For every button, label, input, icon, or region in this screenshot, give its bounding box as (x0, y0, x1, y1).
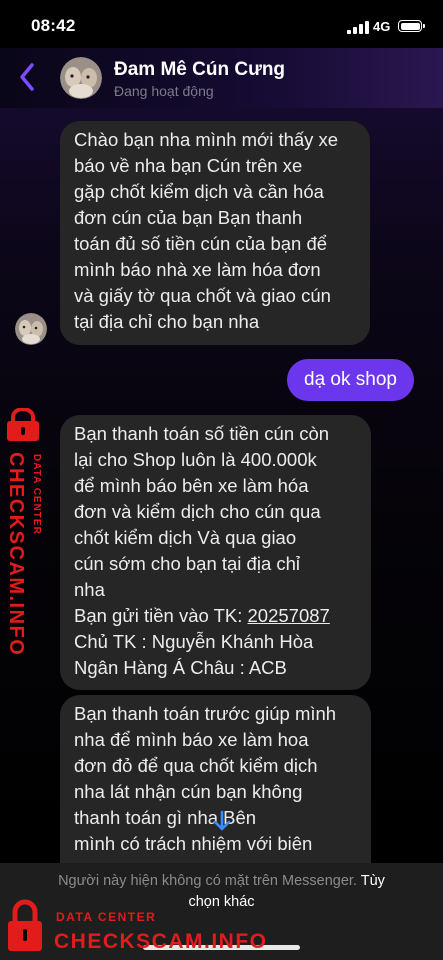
contact-name[interactable]: Đam Mê Cún Cưng (114, 59, 285, 81)
notice-text: Người này hiện không có mặt trên Messeng… (58, 873, 357, 889)
message-line: chốt kiểm dịch Và qua giao (74, 527, 297, 548)
incoming-message[interactable]: Bạn thanh toán số tiền cún còn lại cho S… (60, 415, 371, 690)
message-line: toán đủ số tiền cún của bạn để (74, 233, 328, 254)
account-number-link[interactable]: 20257087 (248, 605, 330, 626)
message-line: gặp chốt kiểm dịch và cần hóa (74, 181, 324, 202)
battery-icon (398, 20, 425, 32)
message-line: lại cho Shop luôn là 400.000k (74, 449, 317, 470)
more-options-link[interactable]: Tùy (361, 873, 385, 889)
contact-avatar[interactable] (60, 57, 102, 99)
status-bar: 08:42 4G (0, 0, 443, 50)
contact-status: Đang hoạt động (114, 83, 214, 99)
message-line: Bạn thanh toán số tiền cún còn (74, 423, 330, 444)
account-prefix: Bạn gửi tiền vào TK: (74, 605, 248, 626)
back-arrow-icon (20, 63, 34, 91)
message-line: tại địa chỉ cho bạn nha (74, 311, 260, 332)
lock-icon (8, 899, 42, 951)
message-line: nha (74, 579, 105, 600)
outgoing-message[interactable]: dạ ok shop (287, 359, 414, 401)
signal-icon (347, 21, 369, 34)
watermark-label: DATA CENTER (31, 454, 42, 535)
message-line: Chào bạn nha mình mới thấy xe (74, 129, 339, 150)
notice-line: Người này hiện không có mặt trên Messeng… (0, 873, 443, 889)
bank-line: Ngân Hàng Á Châu : ACB (74, 657, 287, 678)
message-line: đơn đỏ để qua chốt kiểm dịch (74, 755, 318, 776)
watermark-bottom: DATA CENTER CHECKSCAM.INFO (0, 898, 300, 960)
account-holder-line: Chủ TK : Nguyễn Khánh Hòa (74, 631, 314, 652)
incoming-message[interactable]: Chào bạn nha mình mới thấy xe báo về nha… (60, 121, 370, 345)
sender-avatar[interactable] (15, 313, 47, 345)
watermark-label: DATA CENTER (56, 910, 157, 924)
status-time: 08:42 (31, 16, 76, 35)
network-type: 4G (373, 19, 391, 34)
watermark-side: CHECKSCAM.INFO DATA CENTER (0, 408, 60, 656)
message-line: để mình báo bên xe làm hóa (74, 475, 309, 496)
message-line: nha để mình báo xe làm hoa (74, 729, 309, 750)
message-line: mình báo nhà xe làm hóa đơn (74, 259, 321, 280)
message-line: báo về nha bạn Cún trên xe (74, 155, 303, 176)
account-line: Bạn gửi tiền vào TK: 20257087 (74, 603, 357, 629)
message-line: cún sớm cho bạn tại địa chỉ (74, 553, 301, 574)
scroll-down-button[interactable] (202, 801, 242, 841)
chat-header: Đam Mê Cún Cưng Đang hoạt động (0, 48, 443, 108)
message-line: đơn cún của bạn Bạn thanh (74, 207, 303, 228)
watermark-brand: CHECKSCAM.INFO (5, 452, 27, 657)
scroll-down-arrow-icon (213, 810, 231, 831)
message-line: và giấy tờ qua chốt và giao cún (74, 285, 331, 306)
lock-icon (7, 408, 39, 441)
message-list[interactable]: Chào bạn nha mình mới thấy xe báo về nha… (0, 108, 443, 863)
back-button[interactable] (14, 60, 42, 94)
message-line: đơn và kiểm dịch cho cún qua (74, 501, 321, 522)
message-line: Bạn thanh toán trước giúp mình (74, 703, 337, 724)
watermark-brand: CHECKSCAM.INFO (54, 930, 268, 953)
